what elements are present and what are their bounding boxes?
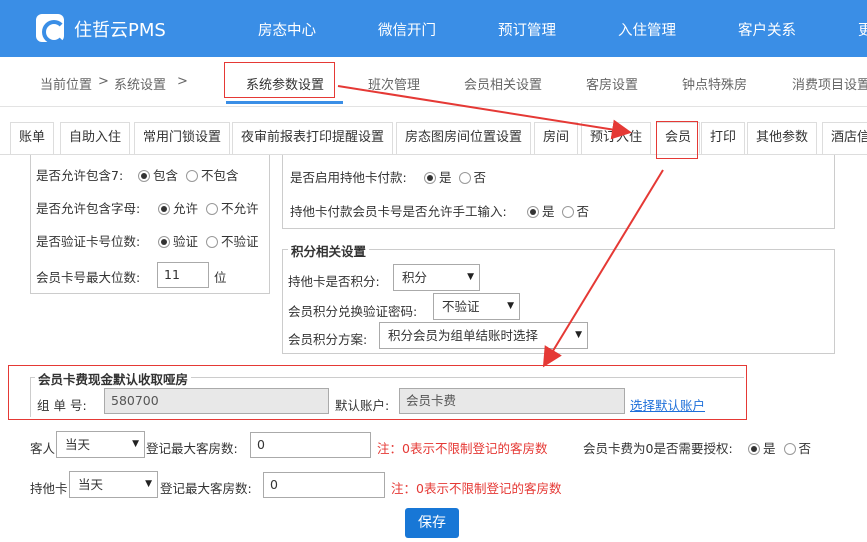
annotation-arrows: [337, 85, 664, 368]
arrow-to-member-tab: [337, 85, 632, 140]
arrow-to-card-fee: [542, 169, 664, 368]
